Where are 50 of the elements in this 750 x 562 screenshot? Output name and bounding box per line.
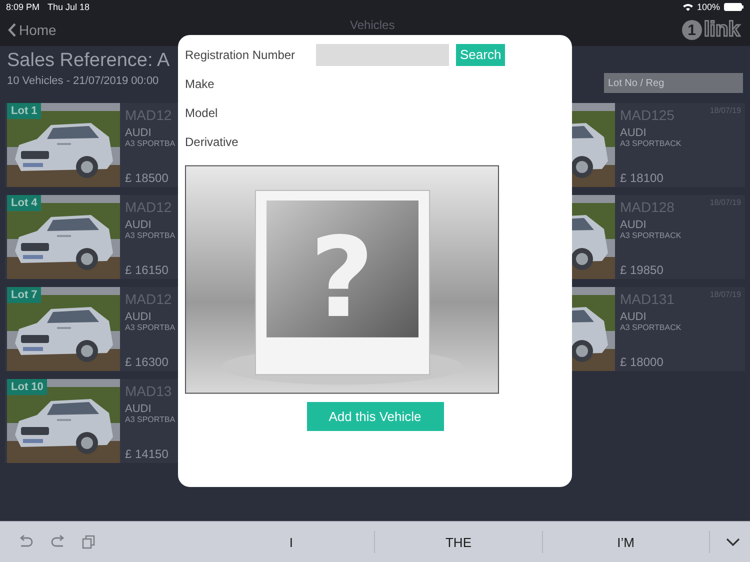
price-text: £ 18100 (620, 171, 664, 185)
status-date: Thu Jul 18 (48, 2, 90, 12)
model-text: A3 SPORTBA (125, 139, 176, 148)
lot-badge: Lot 10 (7, 379, 48, 395)
battery-icon (724, 3, 744, 11)
price-text: £ 14150 (125, 447, 168, 461)
back-chevron-icon (8, 23, 16, 37)
model-text: A3 SPORTBACK (620, 139, 682, 148)
undo-icon[interactable] (18, 535, 34, 549)
make-text: AUDI (125, 127, 152, 139)
model-text: A3 SPORTBA (125, 323, 176, 332)
suggestion-button[interactable]: I’M (542, 531, 709, 553)
lot-search-field[interactable]: Lot No / Reg (604, 73, 743, 93)
wifi-icon (682, 3, 693, 11)
status-time: 8:09 PM (6, 2, 40, 12)
field-label: Registration Number (185, 48, 296, 62)
question-mark: ? (310, 214, 374, 344)
price-text: £ 16300 (125, 355, 168, 369)
model-text: A3 SPORTBACK (620, 323, 682, 332)
dismiss-keyboard-icon[interactable] (726, 538, 740, 546)
lot-badge: Lot 1 (7, 103, 42, 119)
price-text: £ 19850 (620, 263, 664, 277)
lot-badge: Lot 7 (7, 287, 42, 303)
model-text: A3 SPORTBA (125, 231, 176, 240)
field-label: Derivative (185, 134, 240, 148)
price-text: £ 18500 (125, 171, 168, 185)
suggestion-button[interactable]: I (208, 531, 374, 553)
price-text: £ 18000 (620, 355, 664, 369)
price-text: £ 16150 (125, 263, 168, 277)
make-text: AUDI (125, 311, 152, 323)
sale-subtitle: 10 Vehicles - 21/07/2019 00:00 (7, 75, 159, 87)
make-text: AUDI (620, 311, 646, 323)
registration-input[interactable] (316, 44, 449, 66)
paste-icon[interactable] (82, 535, 96, 549)
model-text: A3 SPORTBACK (620, 231, 682, 240)
back-button[interactable]: Home (8, 22, 56, 38)
model-text: A3 SPORTBA (125, 415, 176, 424)
lot-badge: Lot 4 (7, 195, 42, 211)
make-text: AUDI (620, 219, 646, 231)
suggestion-button[interactable]: THE (374, 531, 542, 553)
make-text: AUDI (125, 403, 152, 415)
sale-title: Sales Reference: A (7, 50, 170, 72)
make-text: AUDI (125, 219, 152, 231)
logo: 1 link (682, 18, 740, 42)
make-text: AUDI (620, 127, 646, 139)
field-label: Make (185, 76, 216, 90)
battery-percent: 100% (696, 2, 720, 12)
redo-icon[interactable] (50, 535, 66, 549)
field-label: Model (185, 106, 219, 120)
nav-title: Vehicles (350, 18, 395, 32)
